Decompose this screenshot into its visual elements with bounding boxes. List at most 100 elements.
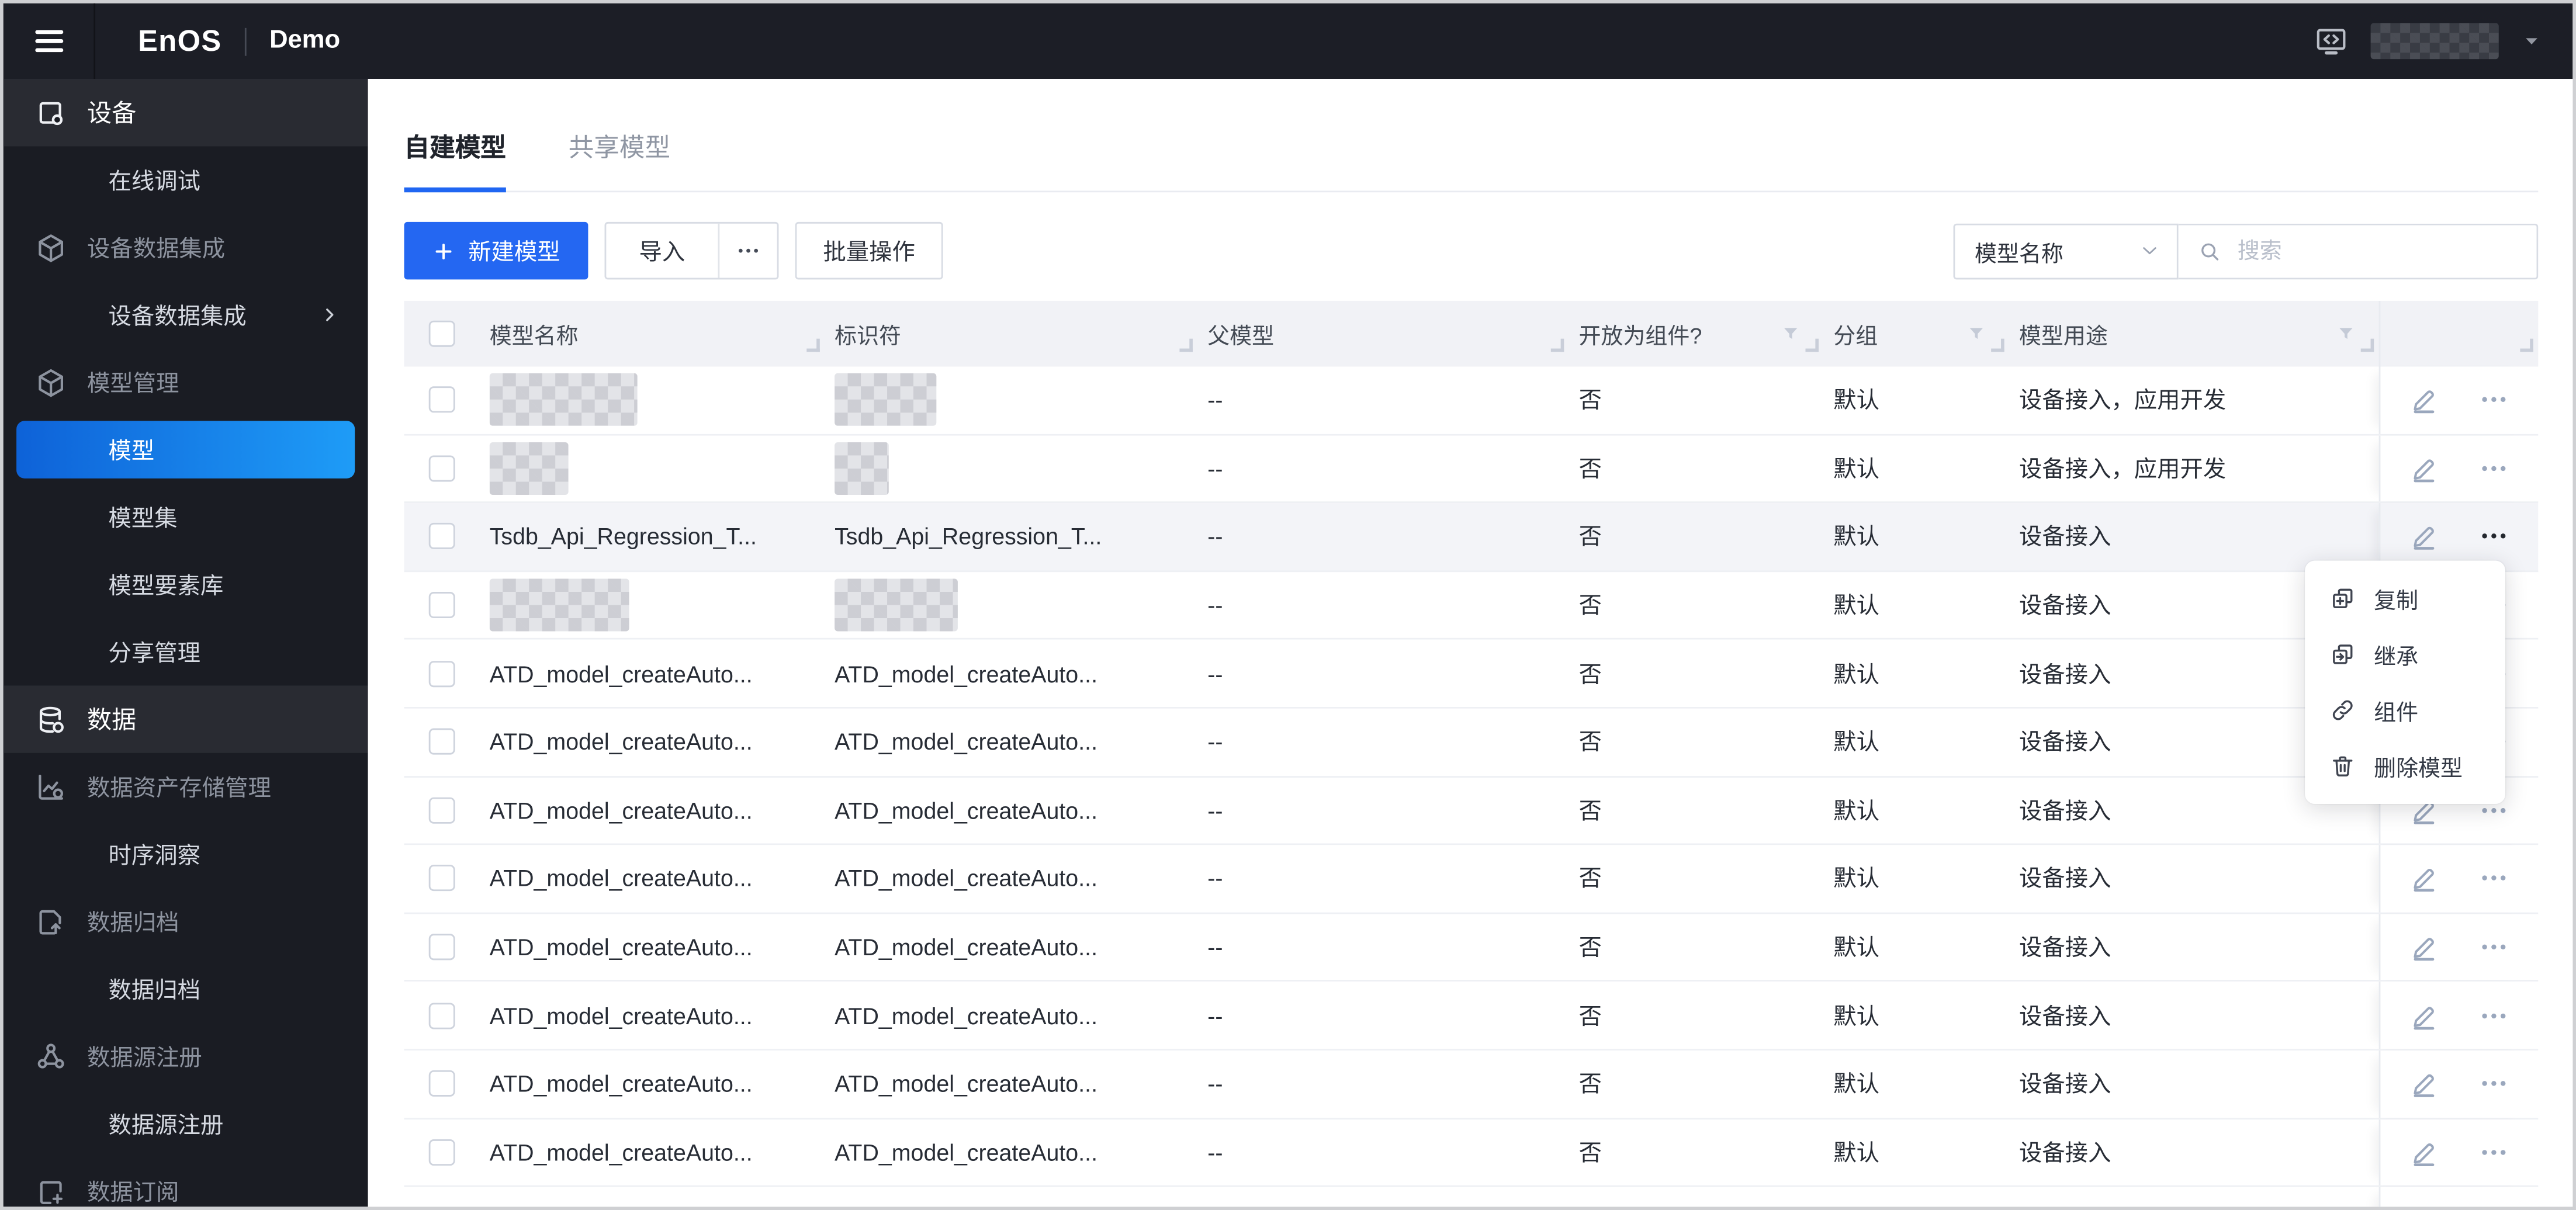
cell-text: 默认 xyxy=(1833,523,1880,550)
row-checkbox[interactable] xyxy=(428,387,455,414)
row-checkbox[interactable] xyxy=(428,1002,455,1029)
row-checkbox[interactable] xyxy=(428,865,455,892)
edit-pencil-icon[interactable] xyxy=(2410,453,2440,483)
batch-operation-button[interactable]: 批量操作 xyxy=(795,221,943,280)
import-split-button: 导入 xyxy=(604,221,779,280)
menu-item-copy[interactable]: 复制 xyxy=(2305,570,2505,626)
cell-text: 否 xyxy=(1578,523,1602,550)
cell-parent: -- xyxy=(1197,366,1569,433)
edit-pencil-icon[interactable] xyxy=(2410,522,2440,552)
edit-pencil-icon[interactable] xyxy=(2410,1069,2440,1099)
developer-console-icon[interactable] xyxy=(2315,25,2348,57)
funnel-icon[interactable] xyxy=(2336,324,2356,344)
cell-parent: -- xyxy=(1197,982,1569,1049)
sidebar-item-model[interactable]: 模型 xyxy=(16,421,355,479)
edit-pencil-icon[interactable] xyxy=(2410,932,2440,962)
cell-text: 否 xyxy=(1578,455,1602,482)
sidebar-item-label: 设备数据集成 xyxy=(86,234,226,261)
cell-text: 否 xyxy=(1578,387,1602,414)
import-button[interactable]: 导入 xyxy=(606,224,718,278)
cell-open-as-component: 否 xyxy=(1569,777,1824,844)
row-checkbox[interactable] xyxy=(428,934,455,961)
cell-name: ATD_model_createAuto... xyxy=(480,1119,825,1185)
sidebar-item-data[interactable]: 数据 xyxy=(3,685,368,753)
cell-actions xyxy=(2378,982,2539,1049)
sidebar-item-online-debug[interactable]: 在线调试 xyxy=(4,146,368,213)
cell-text: 默认 xyxy=(1833,387,1880,414)
row-checkbox[interactable] xyxy=(428,797,455,824)
cell-identifier: ATD_model_createAuto... xyxy=(825,1050,1197,1117)
menu-item-inherit[interactable]: 继承 xyxy=(2305,626,2505,682)
row-checkbox[interactable] xyxy=(428,1139,455,1166)
row-checkbox[interactable] xyxy=(428,455,455,482)
row-more-icon[interactable] xyxy=(2479,932,2509,962)
cell-open-as-component: 否 xyxy=(1569,504,1824,570)
search-input[interactable] xyxy=(2234,237,2520,265)
edit-pencil-icon[interactable] xyxy=(2410,1001,2440,1031)
sidebar-item-label: 模型 xyxy=(108,436,155,463)
row-checkbox[interactable] xyxy=(429,1208,455,1210)
archive-icon xyxy=(34,905,67,938)
select-all-checkbox[interactable] xyxy=(428,320,455,347)
sidebar-item-data-archive-sub[interactable]: 数据归档 xyxy=(4,955,368,1022)
cell-text: -- xyxy=(1207,592,1223,619)
cell-select xyxy=(404,709,480,775)
sidebar-item-model-element-library[interactable]: 模型要素库 xyxy=(4,551,368,618)
cell-group: 默认 xyxy=(1823,640,2009,707)
tab-self-built-models[interactable]: 自建模型 xyxy=(404,131,506,168)
column-header-select xyxy=(404,301,480,367)
row-more-icon[interactable] xyxy=(2479,1138,2509,1167)
edit-pencil-icon[interactable] xyxy=(2410,1206,2440,1207)
sidebar-item-data-subscription[interactable]: 数据订阅 xyxy=(4,1157,368,1206)
import-more-button[interactable] xyxy=(718,223,777,278)
edit-pencil-icon[interactable] xyxy=(2410,385,2440,415)
cell-text: 设备接入 xyxy=(2018,865,2111,892)
user-menu-caret-icon[interactable] xyxy=(2522,31,2542,51)
menu-item-delete-model[interactable]: 删除模型 xyxy=(2305,738,2505,794)
sidebar-item-device-data-integration-sub[interactable]: 设备数据集成 xyxy=(4,281,368,348)
sidebar-item-label: 模型管理 xyxy=(86,369,179,396)
row-more-icon[interactable] xyxy=(2479,864,2509,894)
row-checkbox[interactable] xyxy=(428,523,455,550)
sidebar-item-model-set[interactable]: 模型集 xyxy=(4,483,368,550)
search-field-select[interactable]: 模型名称 xyxy=(1953,223,2179,279)
edit-pencil-icon[interactable] xyxy=(2410,1138,2440,1167)
sidebar-item-data-asset-storage[interactable]: 数据资产存储管理 xyxy=(4,753,368,820)
sidebar-item-share-management[interactable]: 分享管理 xyxy=(4,618,368,685)
cell-name xyxy=(480,366,825,433)
row-more-icon[interactable] xyxy=(2479,522,2509,552)
chart-icon xyxy=(34,770,67,803)
topbar: EnOS Demo xyxy=(3,3,2573,79)
row-checkbox[interactable] xyxy=(428,660,455,687)
row-more-icon[interactable] xyxy=(2479,453,2509,483)
user-name-redacted[interactable] xyxy=(2370,23,2499,60)
row-more-icon[interactable] xyxy=(2479,1069,2509,1099)
cell-text: 设备接入 xyxy=(2018,797,2111,824)
funnel-icon[interactable] xyxy=(1781,324,1801,344)
row-checkbox[interactable] xyxy=(428,592,455,619)
cell-name xyxy=(480,572,825,639)
cell-actions xyxy=(2378,1050,2539,1118)
sidebar-item-data-archive[interactable]: 数据归档 xyxy=(4,888,368,955)
sidebar-item-label: 设备 xyxy=(86,100,137,129)
column-label: 分组 xyxy=(1833,324,1878,349)
sidebar-toggle-button[interactable] xyxy=(4,3,96,79)
row-checkbox[interactable] xyxy=(428,729,455,755)
cell-parent: -- xyxy=(1197,640,1569,707)
funnel-icon[interactable] xyxy=(1966,324,1986,344)
tab-bar: 自建模型 共享模型 xyxy=(404,131,2573,168)
sidebar-item-datasource-register[interactable]: 数据源注册 xyxy=(4,1022,368,1090)
sidebar-item-device-data-integration[interactable]: 设备数据集成 xyxy=(4,214,368,281)
row-checkbox[interactable] xyxy=(428,1070,455,1097)
row-more-icon[interactable] xyxy=(2479,385,2509,415)
edit-pencil-icon[interactable] xyxy=(2410,864,2440,894)
row-more-icon[interactable] xyxy=(2479,1001,2509,1031)
sidebar-item-device[interactable]: 设备 xyxy=(3,79,368,147)
sidebar-item-datasource-register-sub[interactable]: 数据源注册 xyxy=(4,1090,368,1157)
menu-item-component[interactable]: 组件 xyxy=(2305,682,2505,739)
row-more-icon[interactable] xyxy=(2479,1206,2509,1207)
new-model-button[interactable]: 新建模型 xyxy=(404,221,588,280)
tab-shared-models[interactable]: 共享模型 xyxy=(569,131,670,168)
sidebar-item-tsdb-insight[interactable]: 时序洞察 xyxy=(4,820,368,887)
sidebar-item-model-management[interactable]: 模型管理 xyxy=(4,349,368,416)
